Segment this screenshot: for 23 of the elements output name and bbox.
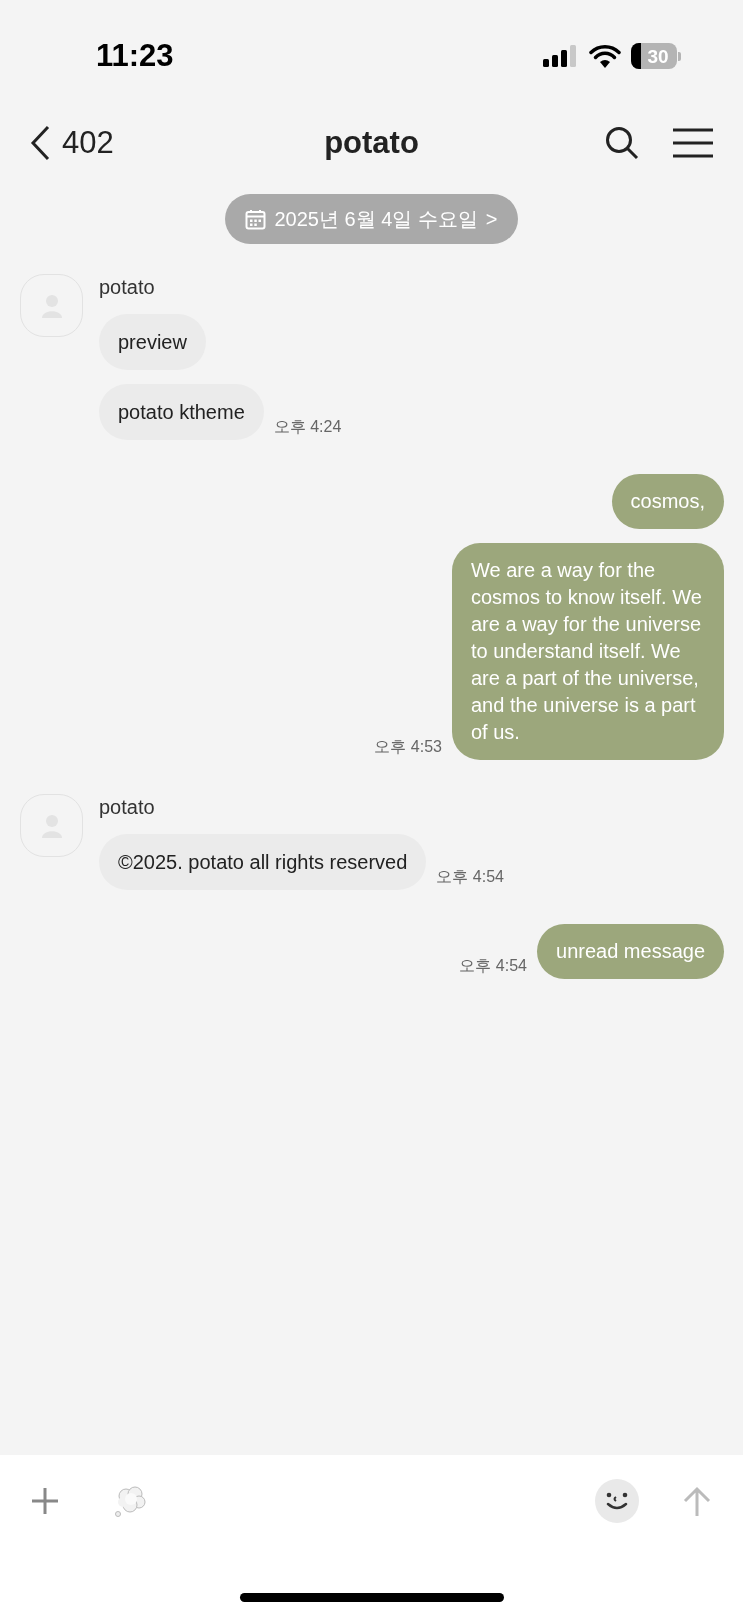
status-time: 11:23: [96, 36, 174, 75]
plus-icon[interactable]: [32, 1488, 58, 1514]
signal-icon: [543, 45, 579, 67]
send-arrow-icon[interactable]: [683, 1486, 711, 1516]
received-bubble[interactable]: preview: [99, 314, 206, 370]
sender-name: potato: [99, 795, 156, 820]
message-time: 오후 4:53: [374, 737, 442, 757]
back-chevron-icon: [30, 125, 50, 161]
menu-icon[interactable]: [673, 128, 713, 158]
search-icon[interactable]: [605, 126, 639, 160]
emoji-button[interactable]: [595, 1479, 639, 1523]
battery-indicator: 30: [631, 43, 681, 69]
message-time: 오후 4:54: [436, 867, 504, 887]
back-button[interactable]: 402: [30, 119, 114, 167]
calendar-icon: [245, 208, 267, 230]
message-time: 오후 4:24: [273, 417, 342, 437]
sender-name: potato: [99, 275, 156, 300]
chat-title: potato: [324, 123, 419, 162]
smiley-icon: [604, 1490, 630, 1512]
message-time: 오후 4:54: [459, 956, 527, 976]
received-bubble[interactable]: potato ktheme: [99, 384, 264, 440]
received-bubble[interactable]: ©2025. potato all rights reserved: [99, 834, 427, 890]
wifi-icon: [589, 44, 621, 68]
